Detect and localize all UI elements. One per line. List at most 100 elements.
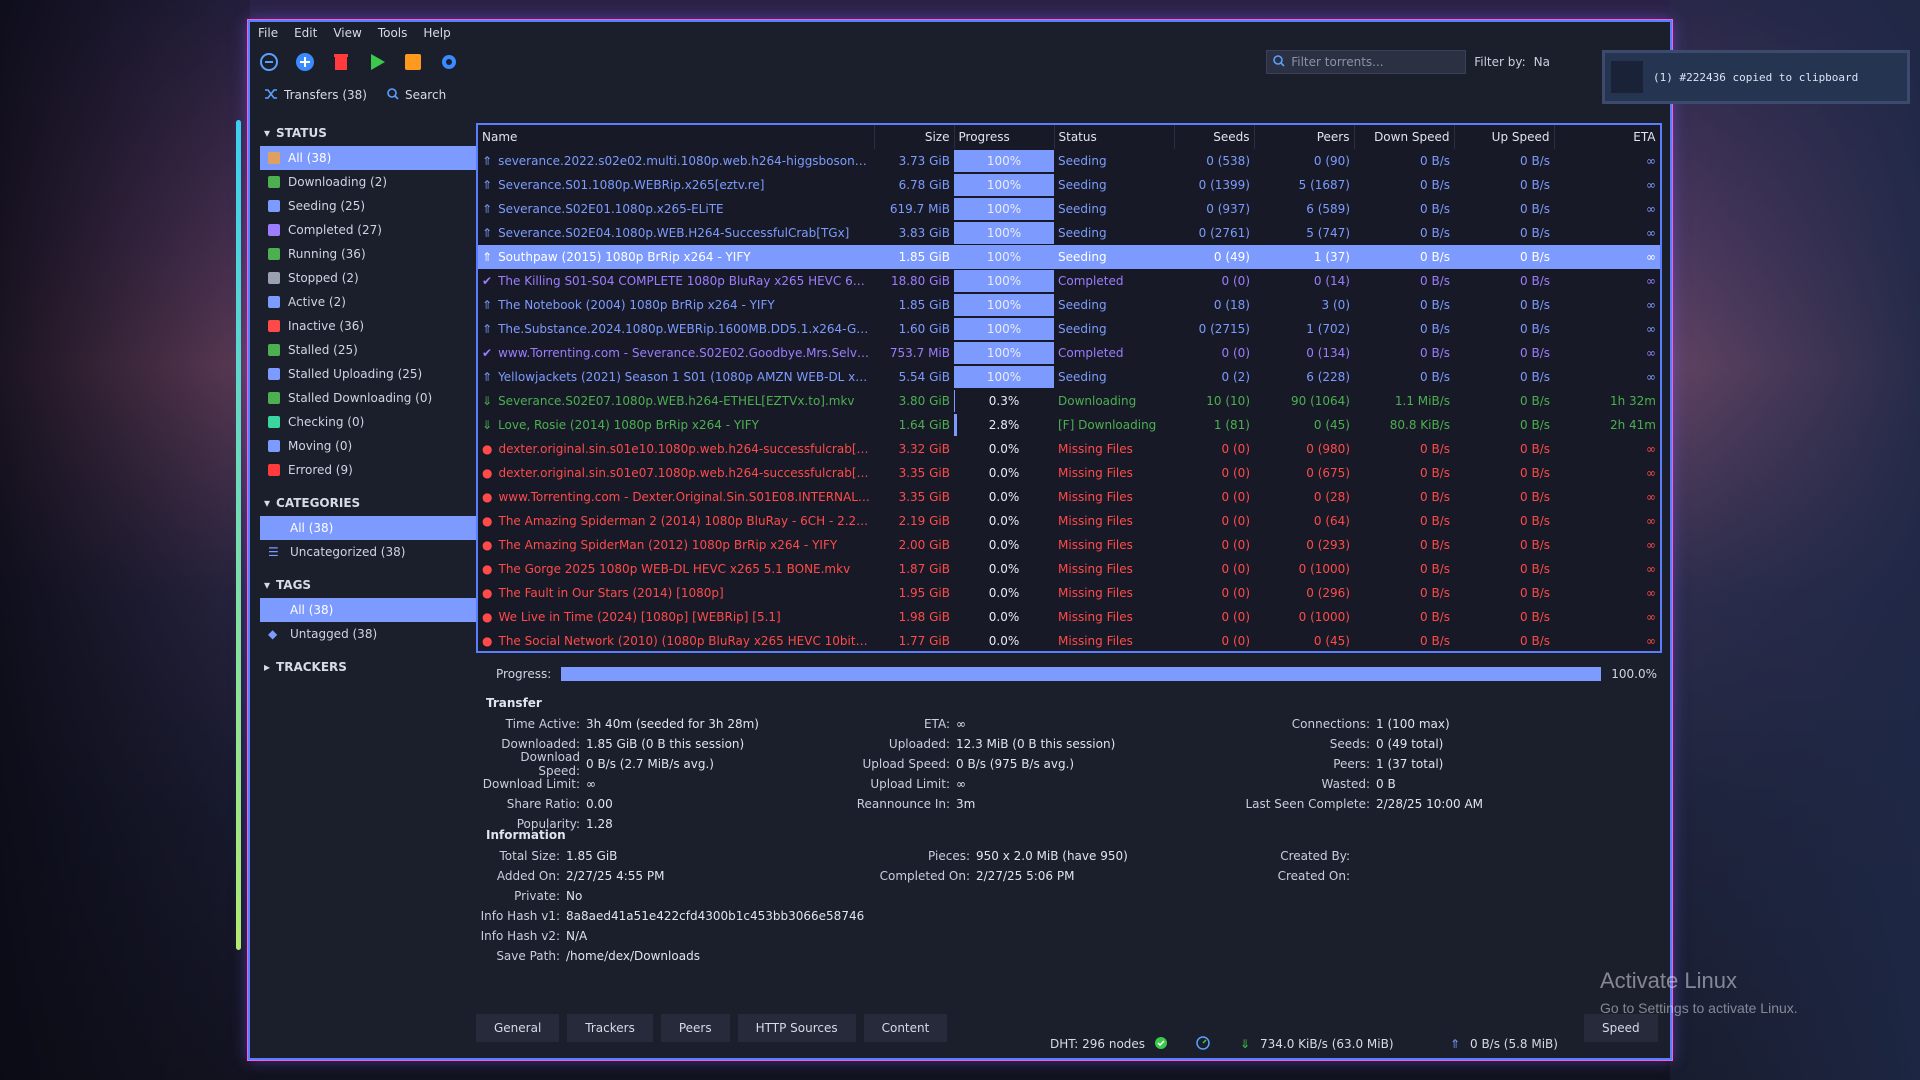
table-row[interactable]: ● The Gorge 2025 1080p WEB-DL HEVC x265 5… <box>478 557 1660 581</box>
category-item-uncategorized[interactable]: ☰ Uncategorized (38) <box>260 540 480 564</box>
status-item[interactable]: Checking (0) <box>260 410 480 434</box>
table-row[interactable]: ⇑ Yellowjackets (2021) Season 1 S01 (1080… <box>478 365 1660 389</box>
status-item[interactable]: Stalled Downloading (0) <box>260 386 480 410</box>
menu-edit[interactable]: Edit <box>294 26 317 40</box>
col-down-speed[interactable]: Down Speed <box>1354 125 1455 149</box>
table-row[interactable]: ✔ The Killing S01-S04 COMPLETE 1080p BluR… <box>478 269 1660 293</box>
col-seeds[interactable]: Seeds <box>1174 125 1255 149</box>
cell-peers: 0 (980) <box>1306 442 1350 456</box>
sidebar: ▾ STATUS All (38) Downloading (2) Seeding … <box>260 120 480 980</box>
col-name[interactable]: Name <box>478 125 875 149</box>
status-item[interactable]: Stalled Uploading (25) <box>260 362 480 386</box>
table-row[interactable]: ● www.Torrenting.com - Dexter.Original.Si… <box>478 485 1660 509</box>
table-row[interactable]: ⇓ Love, Rosie (2014) 1080p BrRip x264 - Y… <box>478 413 1660 437</box>
categories-section-header[interactable]: ▾ CATEGORIES <box>260 490 480 516</box>
detail-row: Share Ratio: 0.00 <box>476 794 759 814</box>
progress-text: 100% <box>986 250 1022 264</box>
cell-seeds: 0 (0) <box>1221 562 1250 576</box>
col-peers[interactable]: Peers <box>1254 125 1355 149</box>
trackers-section-header[interactable]: ▸ TRACKERS <box>260 654 480 680</box>
filter-by-select[interactable]: Na <box>1534 55 1550 69</box>
cell-peers: 0 (64) <box>1313 514 1350 528</box>
add-torrent-icon[interactable] <box>294 51 316 73</box>
tags-section-header[interactable]: ▾ TAGS <box>260 572 480 598</box>
cell-size: 1.87 GiB <box>898 562 950 576</box>
add-link-icon[interactable] <box>258 51 280 73</box>
status-item[interactable]: Completed (27) <box>260 218 480 242</box>
moving-icon <box>268 440 280 452</box>
cell-progress: 100% <box>954 197 1054 221</box>
detail-key: Seeds: <box>1329 737 1370 751</box>
resume-icon[interactable] <box>366 51 388 73</box>
cell-eta: ∞ <box>1646 202 1656 216</box>
progress-text: 0.0% <box>988 562 1020 576</box>
status-item[interactable]: Stalled (25) <box>260 338 480 362</box>
table-row[interactable]: ● The Amazing SpiderMan (2012) 1080p BrRi… <box>478 533 1660 557</box>
detail-key: Private: <box>514 889 560 903</box>
col-progress[interactable]: Progress <box>954 125 1055 149</box>
table-row[interactable]: ⇑ severance.2022.s02e02.multi.1080p.web.h… <box>478 149 1660 173</box>
table-row[interactable]: ⇓ Severance.S02E07.1080p.WEB.h264-ETHEL[E… <box>478 389 1660 413</box>
status-item[interactable]: Seeding (25) <box>260 194 480 218</box>
cell-status: Missing Files <box>1058 634 1133 648</box>
detail-key: Wasted: <box>1321 777 1370 791</box>
table-row[interactable]: ● The Fault in Our Stars (2014) [1080p] 1.… <box>478 581 1660 605</box>
stalled-up-icon <box>268 368 280 380</box>
col-eta[interactable]: ETA <box>1554 125 1660 149</box>
status-item[interactable]: Moving (0) <box>260 434 480 458</box>
status-item[interactable]: Running (36) <box>260 242 480 266</box>
table-row[interactable]: ✔ www.Torrenting.com - Severance.S02E02.G… <box>478 341 1660 365</box>
background-left <box>0 0 250 1080</box>
table-row[interactable]: ● dexter.original.sin.s01e07.1080p.web.h2… <box>478 461 1660 485</box>
cell-progress: 100% <box>954 365 1054 389</box>
status-item[interactable]: All (38) <box>260 146 480 170</box>
torrent-name: dexter.original.sin.s01e10.1080p.web.h26… <box>498 442 874 456</box>
menu-view[interactable]: View <box>333 26 361 40</box>
tab-search[interactable]: Search <box>387 87 446 103</box>
menu-file[interactable]: File <box>258 26 278 40</box>
tag-item-all[interactable]: ◆ All (38) <box>260 598 480 622</box>
table-row[interactable]: ⇑ Severance.S01.1080p.WEBRip.x265[eztv.re… <box>478 173 1660 197</box>
shuffle-icon <box>264 88 278 103</box>
table-row[interactable]: ● The Amazing Spiderman 2 (2014) 1080p Bl… <box>478 509 1660 533</box>
delete-icon[interactable] <box>330 51 352 73</box>
cell-seeds: 0 (0) <box>1221 610 1250 624</box>
table-row[interactable]: ⇑ The Notebook (2004) 1080p BrRip x264 - … <box>478 293 1660 317</box>
activate-linux-watermark: Activate Linux Go to Settings to activat… <box>1600 968 1798 1016</box>
progress-text: 0.0% <box>988 514 1020 528</box>
table-row[interactable]: ⇑ Severance.S02E04.1080p.WEB.H264-Success… <box>478 221 1660 245</box>
category-item-all[interactable]: ☰ All (38) <box>260 516 480 540</box>
detail-value: 0 (49 total) <box>1376 737 1444 751</box>
tag-item-untagged[interactable]: ◆ Untagged (38) <box>260 622 480 646</box>
status-item[interactable]: Downloading (2) <box>260 170 480 194</box>
table-row[interactable]: ● dexter.original.sin.s01e10.1080p.web.h2… <box>478 437 1660 461</box>
table-row[interactable]: ⇑ Southpaw (2015) 1080p BrRip x264 - YIFY… <box>478 245 1660 269</box>
table-row[interactable]: ● The Social Network (2010) (1080p BluRay… <box>478 629 1660 651</box>
cell-peers: 0 (1000) <box>1298 610 1350 624</box>
filter-by-label: Filter by: <box>1474 55 1526 69</box>
detail-row: Created By: <box>1076 846 1356 866</box>
tab-transfers[interactable]: Transfers (38) <box>264 88 367 103</box>
col-size[interactable]: Size <box>874 125 955 149</box>
menu-help[interactable]: Help <box>423 26 450 40</box>
status-item[interactable]: Stopped (2) <box>260 266 480 290</box>
col-status[interactable]: Status <box>1054 125 1175 149</box>
col-up-speed[interactable]: Up Speed <box>1454 125 1555 149</box>
filter-input[interactable]: Filter torrents... <box>1266 50 1467 74</box>
cell-eta: ∞ <box>1646 466 1656 480</box>
menu-tools[interactable]: Tools <box>378 26 408 40</box>
status-item[interactable]: Active (2) <box>260 290 480 314</box>
info-col-3: Created By: Created On: <box>1076 846 1356 886</box>
speed-limit-icon[interactable] <box>1196 1035 1210 1053</box>
gear-icon[interactable] <box>438 51 460 73</box>
table-row[interactable]: ⇑ Severance.S02E01.1080p.x265-ELiTE 619.7 … <box>478 197 1660 221</box>
table-row[interactable]: ⇑ The.Substance.2024.1080p.WEBRip.1600MB.… <box>478 317 1660 341</box>
status-item[interactable]: Inactive (36) <box>260 314 480 338</box>
pause-icon[interactable] <box>402 51 424 73</box>
detail-value: ∞ <box>956 717 966 731</box>
status-item[interactable]: Errored (9) <box>260 458 480 482</box>
table-row[interactable]: ● We Live in Time (2024) [1080p] [WEBRip]… <box>478 605 1660 629</box>
status-section-header[interactable]: ▾ STATUS <box>260 120 480 146</box>
upload-icon: ⇑ <box>482 322 493 336</box>
cell-seeds: 0 (2715) <box>1198 322 1250 336</box>
